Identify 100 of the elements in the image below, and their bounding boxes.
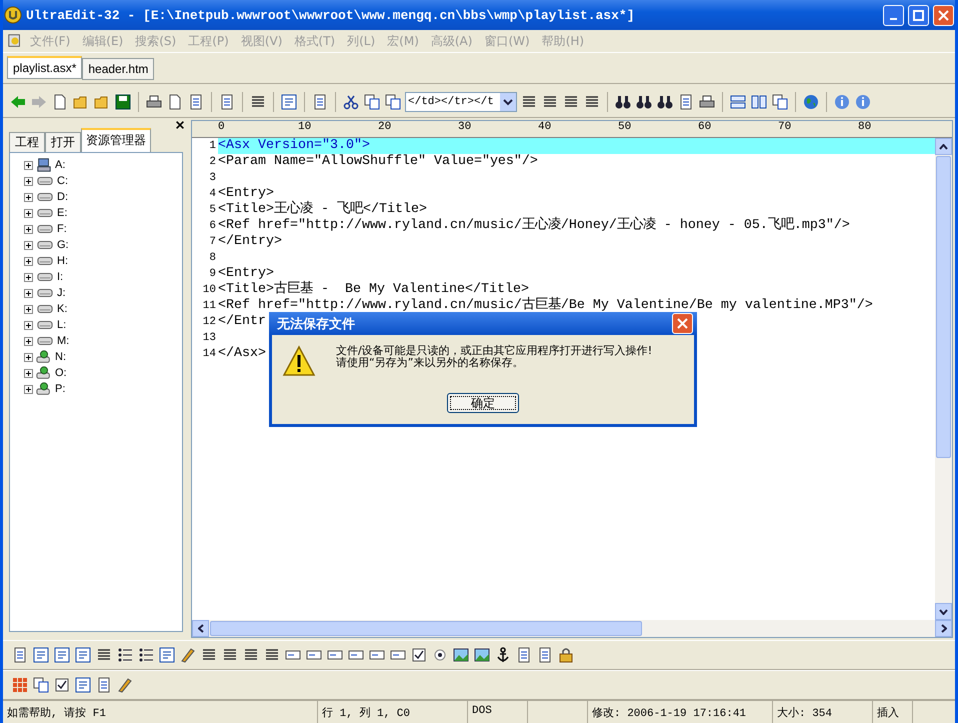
drive-item[interactable]: G: [57, 239, 69, 251]
bulleted-list-icon[interactable] [116, 646, 134, 664]
code-line: </Entry> [218, 234, 282, 250]
status-text: 修改: 2006-1-19 17:16:41 [588, 701, 773, 723]
close-icon [938, 10, 949, 20]
lock-icon[interactable] [557, 646, 575, 664]
ok-button[interactable]: 确定 [447, 393, 519, 413]
drive-item[interactable]: N: [55, 351, 66, 363]
drive-item[interactable]: H: [57, 255, 68, 267]
minimize-button[interactable] [883, 4, 904, 26]
drive-item[interactable]: D: [57, 191, 68, 203]
drive-item[interactable]: O: [55, 367, 67, 379]
drive-item[interactable]: L: [57, 319, 66, 331]
help-icon[interactable] [854, 93, 872, 111]
drive-item[interactable]: J: [57, 287, 66, 299]
maximize-icon [913, 10, 924, 20]
expand-icon[interactable] [24, 192, 33, 202]
expand-icon[interactable] [24, 368, 33, 378]
expand-icon[interactable] [24, 272, 33, 282]
line-number: 1 [192, 138, 218, 154]
code-line: <Entry> [218, 186, 274, 202]
file-tab[interactable]: playlist.asx* [7, 56, 82, 79]
expand-icon[interactable] [24, 352, 33, 362]
scroll-left-button[interactable] [192, 620, 209, 637]
code-line: <Ref href="http://www.ryland.cn/music/王心凌/Honey/王心凌 - honey - 05.飞吧.mp3"/> [218, 218, 850, 234]
checkbox-icon[interactable] [410, 646, 428, 664]
network-drive-icon [36, 365, 52, 381]
find-previous-icon[interactable] [635, 93, 653, 111]
expand-icon[interactable] [24, 256, 33, 266]
vertical-split-icon[interactable] [750, 93, 768, 111]
save-icon[interactable] [114, 93, 132, 111]
expand-icon[interactable] [24, 320, 33, 330]
validate-icon[interactable] [53, 676, 71, 694]
status-text: 如需帮助, 请按 F1 [3, 701, 318, 723]
expand-icon[interactable] [24, 224, 33, 234]
file-tab[interactable]: header.htm [82, 58, 154, 80]
highlight-icon[interactable] [179, 646, 197, 664]
dialog-message: 文件/设备可能是只读的，或正由其它应用程序打开进行写入操作! 请使用“另存为”来以另外的名称保存。 [336, 345, 652, 371]
horizontal-scrollbar[interactable] [192, 620, 952, 637]
table-icon[interactable] [11, 676, 29, 694]
expand-icon[interactable] [24, 240, 33, 250]
horizontal-split-icon[interactable] [729, 93, 747, 111]
copy-icon[interactable] [363, 93, 381, 111]
paste-icon[interactable] [384, 93, 402, 111]
drive-item[interactable]: E: [57, 207, 68, 219]
info-icon[interactable] [833, 93, 851, 111]
search-icon[interactable] [614, 93, 632, 111]
code-line: <Title>王心凌 - 飞吧</Title> [218, 202, 427, 218]
drive-item[interactable]: M: [57, 335, 70, 347]
maximize-button[interactable] [908, 4, 929, 26]
panel-tab[interactable]: 打开 [45, 132, 81, 152]
numbered-list-icon[interactable] [137, 646, 155, 664]
picture-icon[interactable] [473, 646, 491, 664]
app-logo-icon [4, 6, 22, 24]
drive-item[interactable]: F: [57, 223, 67, 235]
expand-icon[interactable] [24, 288, 33, 298]
panel-tab[interactable]: 工程 [9, 132, 45, 152]
window-title: UltraEdit-32 - [E:\Inetpub.wwwroot\wwwroot\www.mengq.cn\bbs\wmp\playlist.asx*] [26, 8, 636, 22]
status-text: 大小: 354 [773, 701, 873, 723]
status-text: 插入 [873, 701, 913, 723]
code-line: <Title>古巨基 - Be My Valentine</Title> [218, 282, 529, 297]
vertical-scrollbar[interactable] [935, 138, 952, 620]
cut-icon[interactable] [342, 93, 360, 111]
drive-item[interactable]: A: [55, 159, 66, 171]
close-button[interactable] [672, 313, 693, 334]
back-arrow-icon[interactable] [9, 93, 27, 111]
find-next-icon[interactable] [656, 93, 674, 111]
cascade-windows-icon[interactable] [771, 93, 789, 111]
code-line: <Entry> [218, 266, 274, 281]
warning-icon [282, 345, 316, 377]
expand-icon[interactable] [24, 160, 33, 170]
computer-icon [36, 157, 52, 173]
tag-combo-box[interactable]: </td></tr></t [405, 92, 517, 112]
scroll-down-button[interactable] [935, 603, 952, 620]
dropdown-button[interactable] [500, 93, 516, 111]
scroll-up-button[interactable] [935, 138, 952, 155]
close-icon [677, 318, 688, 329]
drive-item[interactable]: P: [55, 383, 66, 395]
network-drive-icon [36, 349, 52, 365]
caret-down-icon [503, 98, 513, 106]
drive-item[interactable]: C: [57, 175, 68, 187]
expand-icon[interactable] [24, 304, 33, 314]
drive-item[interactable]: K: [57, 303, 68, 315]
image-icon[interactable] [452, 646, 470, 664]
globe-icon[interactable] [802, 93, 820, 111]
arrow-right-icon [940, 624, 946, 633]
document-menu-icon [7, 33, 23, 49]
expand-icon[interactable] [24, 176, 33, 186]
ruler: 0 10 20 30 40 50 60 70 80 [192, 121, 952, 138]
pages-icon[interactable] [32, 676, 50, 694]
close-button[interactable] [933, 4, 954, 26]
panel-tab[interactable]: 资源管理器 [81, 128, 151, 152]
expand-icon[interactable] [24, 208, 33, 218]
close-icon[interactable] [175, 120, 185, 130]
code-line: </Asx> [218, 346, 266, 362]
arrow-down-icon [939, 608, 948, 614]
drive-item[interactable]: I: [57, 271, 64, 283]
expand-icon[interactable] [24, 336, 33, 346]
scroll-right-button[interactable] [935, 620, 952, 637]
expand-icon[interactable] [24, 384, 33, 394]
